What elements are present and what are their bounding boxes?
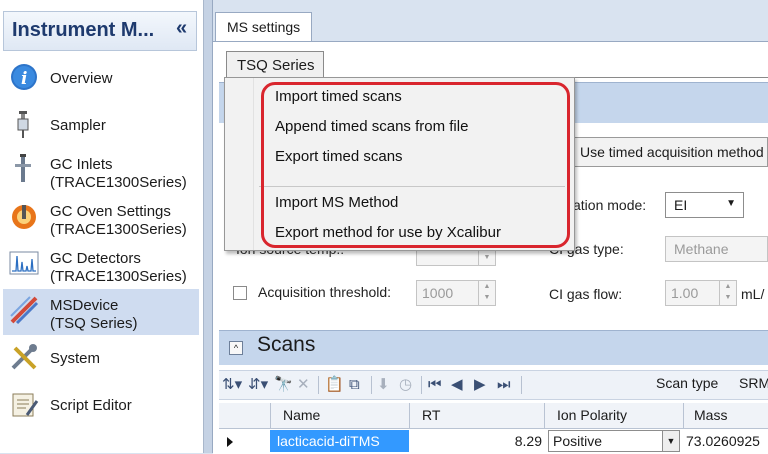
tab-tsq-series[interactable]: TSQ Series — [226, 51, 324, 78]
nav-sublabel: (TSQ Series) — [50, 315, 138, 332]
tools-icon — [11, 344, 37, 370]
next-record-icon[interactable]: ▶ — [474, 375, 486, 395]
current-row-indicator-icon — [227, 437, 233, 447]
nav-label: Script Editor — [50, 397, 132, 414]
nav-label: GC Inlets — [50, 156, 113, 173]
ion-polarity-select[interactable]: Positive ▼ — [548, 430, 680, 452]
spinner-icon[interactable]: ▲▼ — [478, 281, 495, 305]
select-value: EI — [674, 197, 688, 213]
tab-label: TSQ Series — [237, 57, 315, 74]
spinner-icon[interactable]: ▲▼ — [719, 281, 736, 305]
ionization-mode-select[interactable]: EI ▼ — [665, 192, 744, 218]
collapse-panel-button[interactable]: « — [176, 17, 187, 40]
column-separator — [409, 403, 410, 428]
select-value: Methane — [674, 241, 729, 257]
delete-icon[interactable]: ✕ — [297, 375, 310, 395]
svg-text:i: i — [21, 69, 27, 89]
select-value: Positive — [553, 433, 603, 449]
ci-gas-type-select[interactable]: Methane — [665, 236, 768, 262]
highlight-annotation — [261, 82, 570, 248]
toolbar-separator — [318, 376, 319, 394]
ionization-mode-label: zation mode: — [566, 197, 647, 213]
sort-descending-icon[interactable]: ⇵▾ — [248, 375, 268, 395]
oven-icon — [12, 205, 36, 229]
nav-label: System — [50, 350, 101, 367]
navigation-header: Instrument M... « — [3, 11, 197, 51]
scans-toolbar: ⇅▾ ⇵▾ 🔭 ✕ 📋 ⧉ ⬇ ◷ ⏮ ◀ ▶ ⏭ Scan type SRM — [219, 370, 768, 400]
toolbar-separator — [371, 376, 372, 394]
nav-label: GC Detectors — [50, 250, 141, 267]
tab-label: MS settings — [227, 19, 301, 35]
first-record-icon[interactable]: ⏮ — [428, 375, 442, 395]
nav-item-script-editor[interactable]: Script Editor — [3, 383, 199, 429]
nav-item-overview[interactable]: i Overview — [3, 56, 199, 102]
clock-icon[interactable]: ◷ — [399, 375, 412, 395]
column-separator — [683, 403, 684, 428]
scans-title: Scans — [257, 333, 316, 356]
inlet-icon — [15, 154, 31, 182]
nav-label: Sampler — [50, 117, 106, 134]
button-label: Use timed acquisition method — [580, 144, 764, 160]
tab-ms-settings[interactable]: MS settings — [215, 12, 312, 42]
acquisition-threshold-label: Acquisition threshold: — [258, 284, 392, 300]
input-value: 1000 — [422, 285, 454, 301]
acquisition-threshold-input[interactable]: 1000 ▲ ▼ — [416, 280, 496, 306]
use-timed-acquisition-button[interactable]: Use timed acquisition method — [571, 137, 768, 167]
scan-type-select[interactable]: SRM — [739, 375, 768, 391]
nav-item-gc-oven-settings[interactable]: GC Oven Settings (TRACE1300Series) — [3, 195, 199, 241]
toolbar-separator — [521, 376, 522, 394]
nav-sublabel: (TRACE1300Series) — [50, 174, 187, 191]
syringe-icon — [17, 111, 29, 138]
column-header-name[interactable]: Name — [283, 407, 320, 423]
input-value: 1.00 — [671, 285, 699, 301]
column-separator — [544, 403, 545, 428]
find-icon[interactable]: 🔭 — [274, 375, 293, 395]
copy-icon[interactable]: ⧉ — [349, 375, 360, 395]
nav-sublabel: (TRACE1300Series) — [50, 268, 187, 285]
scan-rt-cell[interactable]: 8.29 — [410, 433, 542, 449]
script-icon — [12, 393, 39, 417]
nav-item-gc-detectors[interactable]: GC Detectors (TRACE1300Series) — [3, 242, 199, 288]
nav-label: MSDevice — [50, 297, 119, 314]
scans-grid-header: Name RT Ion Polarity Mass — [219, 403, 768, 429]
column-separator — [270, 403, 271, 428]
scan-name-cell[interactable]: lacticacid-diTMS — [277, 433, 380, 449]
previous-record-icon[interactable]: ◀ — [451, 375, 463, 395]
navigation-title: Instrument M... — [12, 19, 155, 41]
sort-ascending-icon[interactable]: ⇅▾ — [222, 375, 242, 395]
nav-item-sampler[interactable]: Sampler — [3, 103, 199, 149]
scan-mass-cell[interactable]: 73.0260925 — [686, 433, 760, 449]
nav-item-gc-inlets[interactable]: GC Inlets (TRACE1300Series) — [3, 148, 199, 194]
nav-label: Overview — [50, 70, 113, 87]
toolbar-separator — [421, 376, 422, 394]
nav-label: GC Oven Settings — [50, 203, 171, 220]
ci-gas-flow-input[interactable]: 1.00 ▲ ▼ — [665, 280, 737, 306]
column-header-rt[interactable]: RT — [422, 407, 440, 423]
import-icon[interactable]: ⬇ — [377, 375, 390, 395]
last-record-icon[interactable]: ⏭ — [497, 375, 511, 395]
collapse-scans-button[interactable]: ^ — [229, 341, 243, 355]
column-header-ion-polarity[interactable]: Ion Polarity — [557, 407, 627, 423]
chromatogram-icon — [9, 251, 39, 275]
panel-splitter[interactable] — [204, 0, 213, 453]
scan-type-label: Scan type — [656, 375, 719, 391]
chevron-down-icon: ▼ — [726, 198, 736, 209]
nav-item-system[interactable]: System — [3, 336, 199, 382]
navigation-panel: Instrument M... « i Overview Sampler GC … — [0, 0, 204, 453]
paste-icon[interactable]: 📋 — [325, 375, 344, 395]
acquisition-threshold-checkbox[interactable] — [233, 286, 247, 300]
ci-gas-flow-label: CI gas flow: — [549, 286, 623, 302]
ci-gas-flow-unit: mL/ — [741, 286, 765, 302]
nav-item-msdevice[interactable]: MSDevice (TSQ Series) — [3, 289, 199, 335]
ms-device-icon — [10, 296, 39, 325]
info-icon: i — [11, 64, 37, 90]
chevron-down-icon[interactable]: ▼ — [662, 431, 679, 451]
menu-icon-gutter — [225, 78, 254, 250]
nav-sublabel: (TRACE1300Series) — [50, 221, 187, 238]
column-header-mass[interactable]: Mass — [694, 407, 727, 423]
